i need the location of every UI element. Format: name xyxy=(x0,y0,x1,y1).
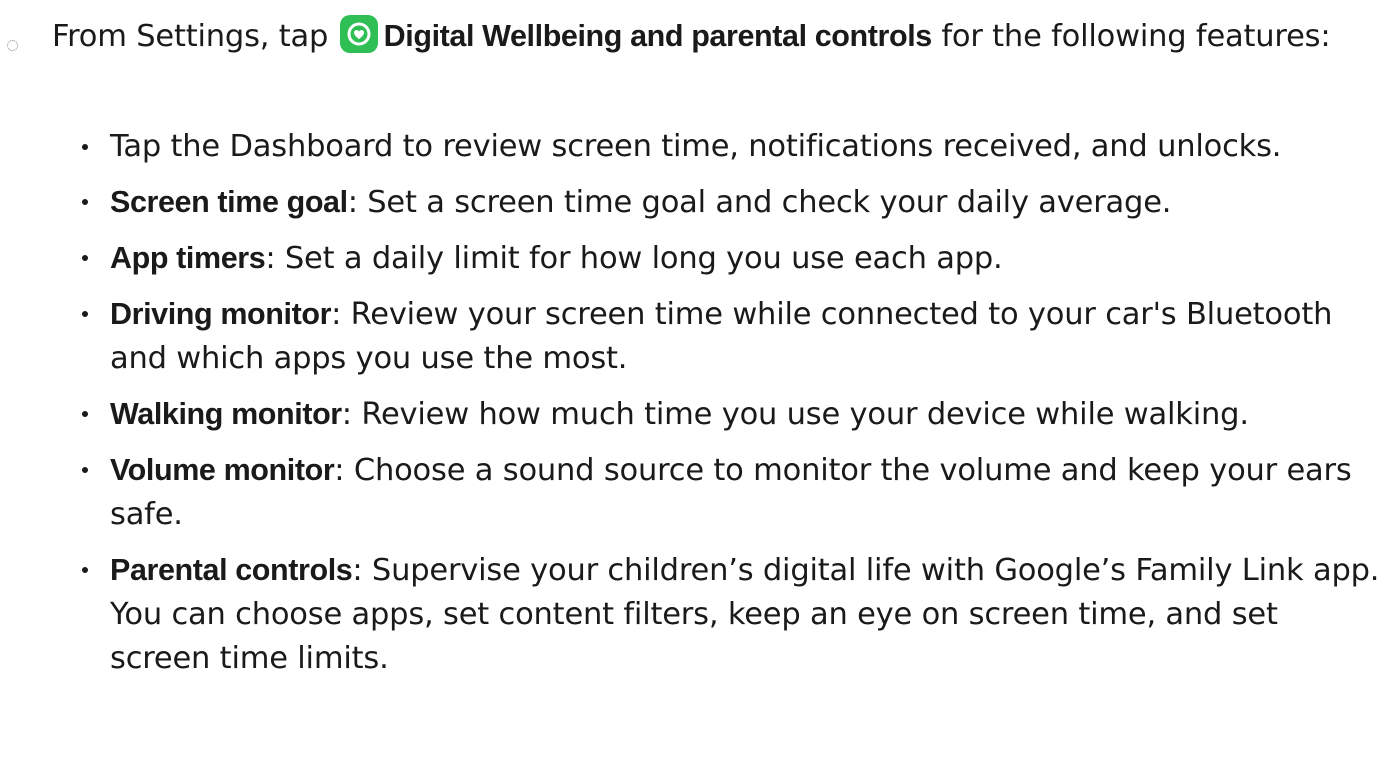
list-item: Walking monitor: Review how much time yo… xyxy=(82,392,1385,437)
step-instruction: From Settings, tap Digital Wellbeing and… xyxy=(7,10,1372,63)
item-separator: : xyxy=(334,453,345,488)
list-item: App timers: Set a daily limit for how lo… xyxy=(82,236,1385,281)
item-term: Parental controls xyxy=(110,553,353,587)
item-term: Walking monitor xyxy=(110,397,342,431)
bullet-icon xyxy=(82,255,88,261)
item-term: Volume monitor xyxy=(110,453,335,487)
item-description: Tap the Dashboard to review screen time,… xyxy=(110,129,1282,164)
list-item: Driving monitor: Review your screen time… xyxy=(82,292,1385,381)
list-item: Screen time goal: Set a screen time goal… xyxy=(82,180,1385,225)
app-name: Digital Wellbeing and parental controls xyxy=(383,19,933,53)
list-item: Parental controls: Supervise your childr… xyxy=(82,548,1385,681)
item-term: Screen time goal xyxy=(110,185,348,219)
item-separator: : xyxy=(341,397,352,432)
document-page: From Settings, tap Digital Wellbeing and… xyxy=(0,0,1394,783)
item-separator: : xyxy=(347,185,358,220)
item-description: Set a screen time goal and check your da… xyxy=(357,185,1172,220)
bullet-icon xyxy=(82,567,88,573)
item-term: Driving monitor xyxy=(110,297,332,331)
bullet-icon xyxy=(82,411,88,417)
item-description: Set a daily limit for how long you use e… xyxy=(275,241,1003,276)
bullet-icon xyxy=(82,199,88,205)
step-text-before: From Settings, tap xyxy=(52,19,329,54)
item-separator: : xyxy=(352,553,363,588)
item-separator: : xyxy=(331,297,342,332)
item-term: App timers xyxy=(110,241,266,275)
item-description: Review how much time you use your device… xyxy=(351,397,1249,432)
bullet-icon xyxy=(82,467,88,473)
step-text-after: for the following features: xyxy=(941,19,1331,54)
feature-list: Tap the Dashboard to review screen time,… xyxy=(82,125,1385,692)
list-item: Tap the Dashboard to review screen time,… xyxy=(82,125,1385,169)
list-item: Volume monitor: Choose a sound source to… xyxy=(82,448,1385,537)
item-separator: : xyxy=(265,241,276,276)
bullet-icon xyxy=(82,311,88,317)
digital-wellbeing-icon xyxy=(339,15,378,53)
bullet-icon xyxy=(82,144,88,150)
step-marker-icon xyxy=(7,40,18,51)
